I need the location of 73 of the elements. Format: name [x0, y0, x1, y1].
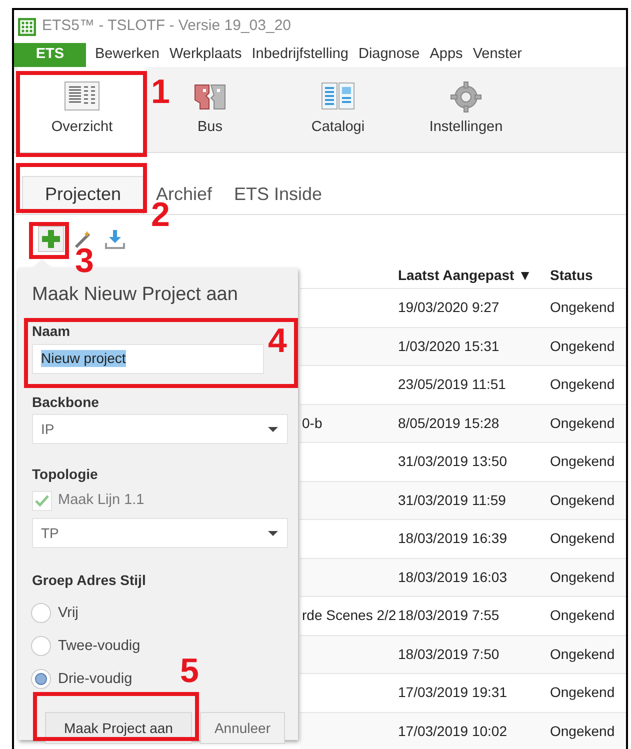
table-cell: 17/03/2019 10:02 [398, 722, 507, 739]
table-cell: Ongekend [550, 338, 615, 354]
table-cell: 18/03/2019 7:55 [398, 607, 500, 624]
field-label: Topologie [32, 466, 98, 484]
table-cell: 8/05/2019 15:28 [398, 414, 500, 431]
download-icon [105, 229, 125, 249]
document-icon [64, 80, 100, 113]
column-header[interactable]: Laatst Aangepast ▼ [398, 267, 532, 283]
annotation-number: 4 [268, 324, 287, 358]
column-header[interactable]: Status [550, 267, 593, 283]
gear-icon [448, 80, 484, 113]
table-cell: 31/03/2019 13:50 [398, 453, 507, 470]
menu-item[interactable]: Werkplaats [164, 43, 247, 67]
table-row[interactable]: 18/03/2019 7:50 Ongekend [300, 636, 626, 674]
annotation-number: 1 [151, 75, 170, 109]
name-field[interactable]: Nieuw project [32, 344, 264, 374]
toolbar-button[interactable] [38, 226, 64, 252]
tab[interactable]: ETS Inside [224, 177, 332, 214]
table-cell: 0-b [302, 414, 322, 431]
table-cell: rde Scenes 2/2 [302, 607, 396, 624]
table-cell: 23/05/2019 11:51 [398, 376, 506, 392]
table-cell: Ongekend [550, 530, 615, 546]
ribbon-button[interactable]: Overzicht [18, 67, 146, 152]
table-cell: 19/03/2020 9:27 [398, 299, 500, 316]
table-cell: 31/03/2019 11:59 [398, 492, 506, 508]
table-cell: Ongekend [550, 376, 615, 392]
cancel-button[interactable]: Annuleer [200, 712, 285, 744]
caret-icon [267, 530, 279, 537]
table-cell: Ongekend [550, 414, 615, 431]
table-cell: Ongekend [550, 684, 615, 700]
radio-option[interactable]: Twee-voudig [31, 630, 140, 663]
check-icon [35, 495, 49, 508]
table-cell: Ongekend [550, 722, 615, 739]
table-cell: Ongekend [550, 568, 615, 585]
menu-item[interactable]: Diagnose [353, 43, 425, 67]
ribbon-button[interactable]: Instellingen [402, 67, 530, 152]
table-row[interactable]: 0-b 8/05/2019 15:28 Ongekend [300, 404, 626, 443]
menu-item[interactable]: Inbedrijfstelling [246, 43, 354, 67]
table-cell: 18/03/2019 16:39 [398, 530, 507, 546]
menu-item[interactable]: Bewerken [90, 43, 164, 67]
window-title: ETS5™ - TSLOTF - Versie 19_03_20 [42, 16, 292, 36]
ribbon-button[interactable]: Catalogi [274, 67, 402, 152]
table-cell: Ongekend [550, 646, 615, 662]
table-row[interactable]: 31/03/2019 11:59 Ongekend [300, 482, 626, 520]
table-cell: 17/03/2019 19:31 [398, 684, 507, 700]
field-label: Backbone [32, 394, 99, 410]
caret-icon [267, 426, 279, 433]
menu-item[interactable]: Apps [424, 43, 468, 67]
app-logo-icon [18, 18, 36, 36]
table-cell: Ongekend [550, 453, 615, 470]
annotation-frame [29, 222, 69, 259]
table-row[interactable]: 1/03/2020 15:31 Ongekend [300, 328, 626, 366]
table-cell: Ongekend [550, 299, 615, 316]
menu-item[interactable]: Venster [468, 43, 527, 67]
field-label: Naam [32, 322, 70, 340]
checkbox-label: Maak Lijn 1.1 [58, 492, 144, 510]
radio-option[interactable]: Drie-voudig [31, 662, 132, 696]
table-cell: 18/03/2019 16:03 [398, 568, 507, 585]
table-cell: Ongekend [550, 607, 615, 624]
dropdown-field[interactable]: IP [32, 414, 288, 444]
table-cell: Ongekend [550, 492, 615, 508]
field-label: Groep Adres Stijl [32, 572, 146, 589]
table-cell: 18/03/2019 7:50 [398, 646, 500, 662]
annotation-number: 5 [180, 654, 199, 688]
plus-icon [41, 229, 61, 249]
table-row[interactable]: 18/03/2019 16:03 Ongekend [300, 558, 626, 597]
dropdown-field[interactable]: TP [32, 518, 288, 548]
table-row[interactable]: 17/03/2019 10:02 Ongekend [300, 712, 626, 749]
table-cell: 1/03/2020 15:31 [398, 338, 500, 354]
radio-option[interactable]: Vrij [31, 596, 78, 630]
wand-icon [73, 229, 93, 249]
popup-title: Maak Nieuw Project aan [32, 284, 238, 307]
annotation-number: 3 [75, 244, 94, 278]
